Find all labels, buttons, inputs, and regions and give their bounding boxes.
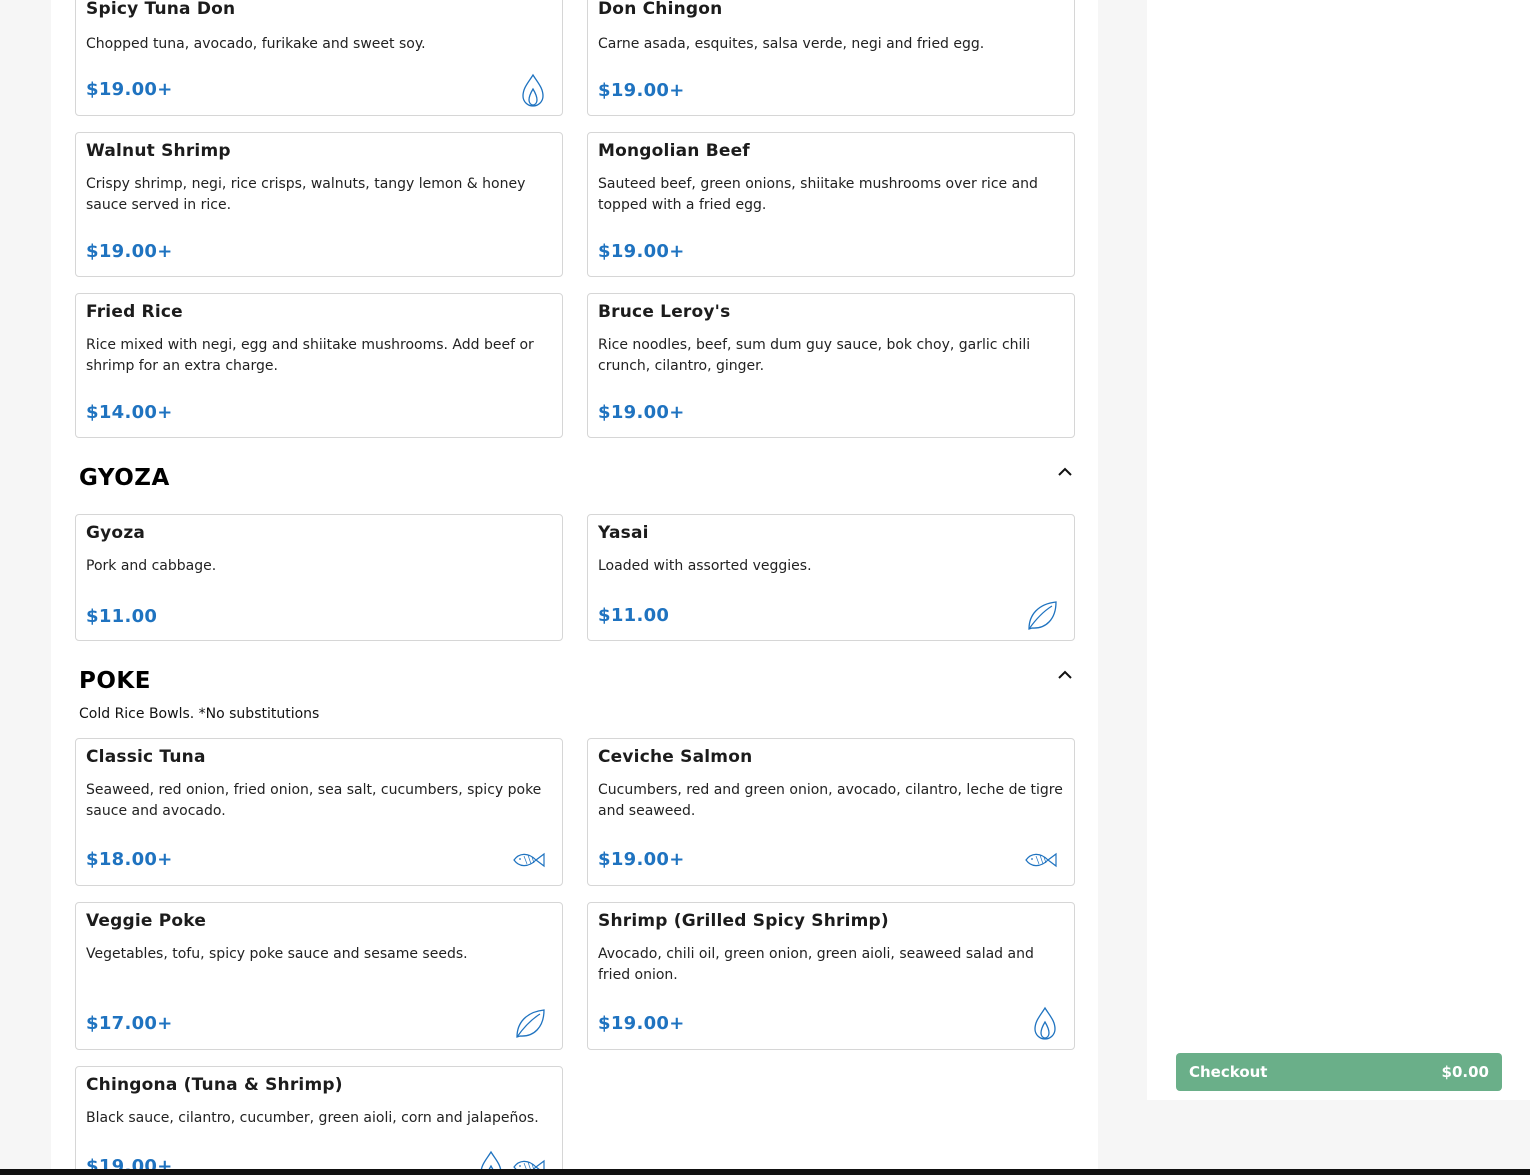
item-name: Spicy Tuna Don — [86, 0, 236, 19]
item-name: Walnut Shrimp — [86, 141, 231, 161]
item-description: Black sauce, cilantro, cucumber, green a… — [86, 1110, 539, 1126]
menu-item-card[interactable]: Yasai Loaded with assorted veggies. $11.… — [587, 514, 1075, 641]
item-description: Sauteed beef, green onions, shiitake mus… — [598, 176, 1038, 213]
checkout-label: Checkout — [1189, 1063, 1268, 1081]
item-description: Seaweed, red onion, fried onion, sea sal… — [86, 782, 542, 819]
menu-item-card[interactable]: Bruce Leroy's Rice noodles, beef, sum du… — [587, 293, 1075, 438]
item-description: Avocado, chili oil, green onion, green a… — [598, 946, 1034, 983]
item-price: $19.00+ — [598, 241, 685, 262]
item-name: Shrimp (Grilled Spicy Shrimp) — [598, 911, 889, 931]
item-price: $19.00+ — [86, 241, 173, 262]
item-description: Cucumbers, red and green onion, avocado,… — [598, 782, 1063, 819]
section-subtitle-poke: Cold Rice Bowls. *No substitutions — [79, 706, 320, 722]
menu-item-card[interactable]: Shrimp (Grilled Spicy Shrimp) Avocado, c… — [587, 902, 1075, 1050]
vegetarian-icon — [1028, 601, 1057, 630]
menu-item-card[interactable]: Mongolian Beef Sauteed beef, green onion… — [587, 132, 1075, 277]
menu-item-card[interactable]: Gyoza Pork and cabbage. $11.00 — [75, 514, 563, 641]
item-description: Crispy shrimp, negi, rice crisps, walnut… — [86, 176, 526, 213]
item-price: $17.00+ — [86, 1013, 173, 1034]
bottom-edge-bar — [0, 1169, 1530, 1175]
menu-item-card[interactable]: Classic Tuna Seaweed, red onion, fried o… — [75, 738, 563, 886]
item-description: Pork and cabbage. — [86, 558, 217, 574]
item-price: $11.00 — [598, 605, 670, 626]
menu-item-card[interactable]: Chingona (Tuna & Shrimp) Black sauce, ci… — [75, 1066, 563, 1175]
item-description: Loaded with assorted veggies. — [598, 558, 812, 574]
item-name: Classic Tuna — [86, 747, 206, 767]
menu-item-card[interactable]: Walnut Shrimp Crispy shrimp, negi, rice … — [75, 132, 563, 277]
item-name: Ceviche Salmon — [598, 747, 753, 767]
item-name: Mongolian Beef — [598, 141, 750, 161]
item-price: $11.00 — [86, 606, 158, 627]
menu-item-card[interactable]: Don Chingon Carne asada, esquites, salsa… — [587, 0, 1075, 116]
item-price: $19.00+ — [86, 79, 173, 100]
item-description: Rice noodles, beef, sum dum guy sauce, b… — [598, 337, 1031, 374]
fish-icon — [1025, 852, 1057, 868]
item-name: Fried Rice — [86, 302, 183, 322]
vegetarian-icon — [516, 1009, 545, 1038]
item-price: $18.00+ — [86, 849, 173, 870]
spicy-icon — [1034, 1006, 1056, 1040]
item-name: Veggie Poke — [86, 911, 207, 931]
section-title-poke: POKE — [79, 668, 151, 694]
cart-total: $0.00 — [1441, 1063, 1489, 1081]
cart-panel — [1147, 0, 1530, 1100]
item-description: Vegetables, tofu, spicy poke sauce and s… — [86, 946, 468, 962]
item-description: Rice mixed with negi, egg and shiitake m… — [86, 337, 534, 374]
spicy-icon — [522, 73, 544, 107]
item-price: $19.00+ — [598, 402, 685, 423]
fish-icon — [513, 852, 545, 868]
chevron-up-icon[interactable] — [1056, 668, 1074, 682]
chevron-up-icon[interactable] — [1056, 465, 1074, 479]
item-name: Bruce Leroy's — [598, 302, 731, 322]
item-name: Gyoza — [86, 523, 146, 543]
item-description: Carne asada, esquites, salsa verde, negi… — [598, 36, 985, 52]
item-price: $14.00+ — [86, 402, 173, 423]
item-price: $19.00+ — [598, 80, 685, 101]
item-name: Yasai — [598, 523, 649, 543]
menu-item-card[interactable]: Spicy Tuna Don Chopped tuna, avocado, fu… — [75, 0, 563, 116]
section-title-gyoza: GYOZA — [79, 465, 170, 491]
item-price: $19.00+ — [598, 1013, 685, 1034]
item-name: Don Chingon — [598, 0, 723, 19]
menu-item-card[interactable]: Fried Rice Rice mixed with negi, egg and… — [75, 293, 563, 438]
item-description: Chopped tuna, avocado, furikake and swee… — [86, 36, 426, 52]
item-name: Chingona (Tuna & Shrimp) — [86, 1075, 343, 1095]
checkout-button[interactable]: Checkout $0.00 — [1176, 1053, 1502, 1091]
menu-item-card[interactable]: Veggie Poke Vegetables, tofu, spicy poke… — [75, 902, 563, 1050]
item-price: $19.00+ — [598, 849, 685, 870]
menu-item-card[interactable]: Ceviche Salmon Cucumbers, red and green … — [587, 738, 1075, 886]
